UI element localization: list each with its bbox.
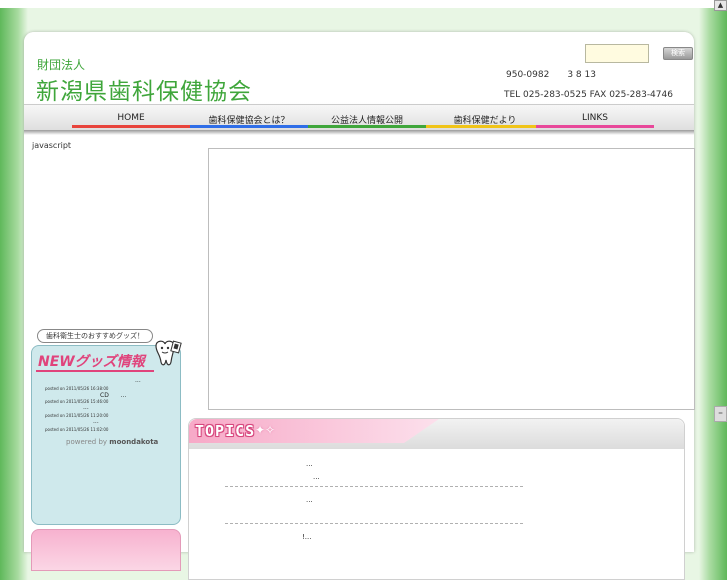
goods-post-title[interactable]: ... [83, 404, 89, 411]
powered-by: powered by moondakota [66, 438, 158, 446]
nav-links-underline [536, 125, 654, 128]
goods-post-date: posted on 2011/05/26 11:02:00 [45, 427, 109, 432]
nav-links[interactable]: LINKS [536, 113, 654, 123]
topics-panel: TOPICS ✦✧ ... ... ... !... [188, 418, 685, 580]
goods-post-title[interactable]: ... [135, 377, 141, 384]
address-text: 950-0982 3 8 13 [506, 70, 596, 80]
nav-home-underline [72, 125, 190, 128]
scroll-up-icon[interactable]: ▲ [714, 0, 727, 11]
goods-panel: NEWグッズ情報 ... posted on 2011/05/26 16:38:… [31, 340, 182, 525]
page-container: 財団法人 新潟県歯科保健協会 検索 950-0982 3 8 13 TEL 02… [24, 32, 695, 580]
tel-fax-text: TEL 025-283-0525 FAX 025-283-4746 [504, 90, 673, 100]
scroll-thumb[interactable]: ═ [714, 406, 727, 422]
goods-title: NEWグッズ情報 [38, 354, 145, 370]
topic-divider [225, 523, 523, 524]
nav-disclosure-underline [308, 125, 426, 128]
powered-by-label: powered by [66, 438, 108, 446]
goods-post-title[interactable]: CD ... [100, 390, 127, 399]
topic-item-subtext: ... [313, 473, 320, 481]
goods-speech-bubble: 歯科衛生士のおすすめグッズ！ [37, 329, 153, 343]
goods-title-underline [36, 370, 154, 372]
nav-shadow [24, 130, 694, 135]
main-nav: HOME 歯科保健協会とは？ 公益法人情報公開 歯科保健だより LINKS [24, 104, 694, 133]
header: 財団法人 新潟県歯科保健協会 検索 950-0982 3 8 13 TEL 02… [24, 32, 694, 133]
top-bar [0, 0, 727, 8]
org-type: 財団法人 [37, 58, 86, 72]
javascript-notice: javascript [32, 141, 72, 150]
tooth-mascot-icon [155, 340, 182, 366]
topic-item-text[interactable]: ... [306, 496, 313, 504]
topic-item-text[interactable]: !... [302, 533, 311, 541]
nav-home[interactable]: HOME [72, 113, 190, 123]
goods-post-date: posted on 2011/05/26 16:38:00 [45, 386, 109, 391]
topics-header: TOPICS ✦✧ [189, 419, 684, 449]
main-content-frame [208, 148, 695, 410]
goods-post-date: posted on 2011/05/26 15:46:00 [45, 399, 109, 404]
goods-post-title[interactable]: ... [93, 418, 99, 425]
topic-item-text[interactable]: ... [306, 460, 313, 468]
search-input[interactable] [585, 44, 649, 63]
topic-divider [225, 486, 523, 487]
nav-about-underline [190, 125, 308, 128]
powered-by-name[interactable]: moondakota [109, 438, 158, 446]
nav-newsletter-underline [426, 125, 544, 128]
org-name-logo[interactable]: 新潟県歯科保健協会 [36, 72, 252, 106]
topics-title: TOPICS [195, 422, 256, 440]
sidebar-pink-panel [31, 529, 181, 571]
search-button[interactable]: 検索 [663, 47, 693, 60]
star-icon: ✦✧ [255, 423, 276, 437]
